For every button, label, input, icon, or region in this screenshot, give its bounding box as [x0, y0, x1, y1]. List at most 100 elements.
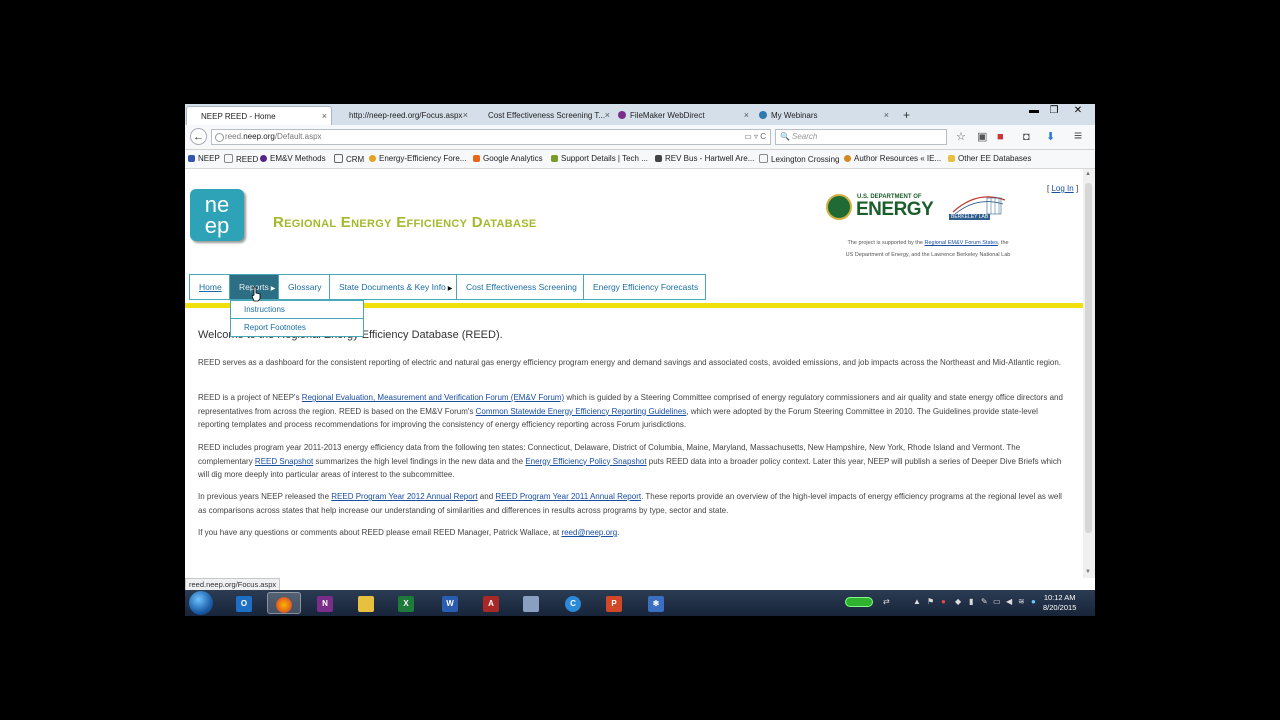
menu-state-documents[interactable]: State Documents & Key Info ▶: [330, 275, 457, 299]
menu-ee-forecasts[interactable]: Energy Efficiency Forecasts: [584, 275, 705, 299]
download-icon[interactable]: ⬇: [1046, 130, 1055, 144]
network-share-icon[interactable]: ⇄: [883, 597, 890, 606]
scroll-thumb[interactable]: [1085, 183, 1092, 533]
bookmark-support-details[interactable]: Support Details | Tech ...: [551, 154, 648, 163]
intro-paragraph: REED serves as a dashboard for the consi…: [198, 358, 1061, 367]
taskbar-outlook[interactable]: O: [227, 592, 261, 614]
menu-icon[interactable]: ≡: [1074, 128, 1082, 142]
policy-snapshot-link[interactable]: Energy Efficiency Policy Snapshot: [525, 457, 646, 466]
login-link[interactable]: Log In: [1051, 184, 1073, 193]
taskbar-calculator[interactable]: [514, 592, 548, 614]
tab-close-icon[interactable]: ×: [463, 106, 468, 125]
taskbar-firefox[interactable]: [267, 592, 301, 614]
bookmark-author-resources[interactable]: Author Resources « IE...: [844, 154, 941, 163]
close-window-icon[interactable]: ✕: [1067, 105, 1089, 119]
taskbar-chrome[interactable]: C: [556, 592, 590, 614]
flag-icon[interactable]: ⚑: [927, 597, 934, 606]
minimize-icon[interactable]: ▬: [1023, 105, 1045, 119]
email-link[interactable]: reed@neep.org: [561, 528, 617, 537]
taskbar-onenote[interactable]: N: [308, 592, 342, 614]
report-2011-link[interactable]: REED Program Year 2011 Annual Report: [495, 492, 641, 501]
bookmark-energy-efficiency-forecasts[interactable]: Energy-Efficiency Fore...: [369, 154, 466, 163]
neep-logo[interactable]: ne ep: [190, 189, 244, 241]
tab-close-icon[interactable]: ×: [884, 106, 889, 125]
alert-icon[interactable]: ●: [941, 597, 946, 606]
wifi-icon[interactable]: ≋: [1018, 597, 1025, 606]
taskbar-explorer[interactable]: [349, 592, 383, 614]
battery-icon[interactable]: [845, 597, 873, 607]
bookmark-google-analytics[interactable]: Google Analytics: [473, 154, 543, 163]
url-prefix: reed.: [225, 132, 244, 141]
forum-states-link[interactable]: Regional EM&V Forum States: [924, 240, 997, 246]
restore-icon[interactable]: ❐: [1043, 105, 1065, 119]
tab-close-icon[interactable]: ×: [322, 107, 327, 125]
dropdown-report-footnotes[interactable]: Report Footnotes: [231, 319, 363, 336]
doe-big-text: ENERGY: [856, 199, 934, 220]
folder-icon: [948, 155, 955, 162]
new-tab-icon[interactable]: +: [903, 106, 910, 124]
taskbar-excel[interactable]: X: [389, 592, 423, 614]
search-icon: 🔍: [780, 132, 790, 141]
url-tools-icon[interactable]: ▭ ▿ C: [744, 130, 766, 144]
bookmark-crm[interactable]: CRM: [334, 154, 364, 164]
menu-home[interactable]: Home: [190, 275, 230, 299]
tab-neep-reed-home[interactable]: NEEP REED - Home ×: [186, 106, 332, 125]
tab-my-webinars[interactable]: My Webinars ×: [757, 106, 893, 125]
search-input[interactable]: 🔍 Search: [775, 129, 947, 145]
access-icon: A: [483, 595, 499, 612]
show-hidden-icon[interactable]: ▲: [913, 597, 921, 606]
taskbar-word[interactable]: W: [433, 592, 467, 614]
scroll-down-icon[interactable]: ▼: [1085, 569, 1091, 575]
dropdown-instructions[interactable]: Instructions: [231, 301, 363, 319]
pocket-icon[interactable]: ◘: [1023, 130, 1030, 144]
clipboard-icon[interactable]: ▣: [977, 130, 987, 144]
search-placeholder: Search: [792, 132, 818, 141]
bookmark-neep[interactable]: NEEP: [188, 154, 220, 163]
tab-label: My Webinars: [771, 111, 818, 120]
clock[interactable]: 10:12 AM 8/20/2015: [1043, 593, 1076, 613]
menu-cost-effectiveness[interactable]: Cost Effectiveness Screening: [457, 275, 584, 299]
report-2012-link[interactable]: REED Program Year 2012 Annual Report: [331, 492, 477, 501]
url-bar[interactable]: reed.neep.org/Default.aspx ▭ ▿ C: [211, 129, 771, 145]
excel-icon: X: [398, 595, 414, 612]
reporting-guidelines-link[interactable]: Common Statewide Energy Efficiency Repor…: [476, 407, 687, 416]
onenote-icon: N: [317, 595, 333, 612]
tab-filemaker[interactable]: FileMaker WebDirect ×: [616, 106, 753, 125]
tab-close-icon[interactable]: ×: [605, 106, 610, 125]
start-button[interactable]: [189, 591, 213, 615]
menu-glossary[interactable]: Glossary: [279, 275, 330, 299]
tab-focus[interactable]: http://neep-reed.org/Focus.aspx ×: [335, 106, 472, 125]
webinars-favicon-icon: [759, 111, 767, 119]
volume-icon[interactable]: ◀: [1006, 597, 1012, 606]
bookmark-rev-bus[interactable]: REV Bus - Hartwell Are...: [655, 154, 754, 163]
device-icon[interactable]: ▮: [969, 597, 973, 606]
taskbar-powerpoint[interactable]: P: [597, 592, 631, 614]
monitor-icon[interactable]: ▭: [993, 597, 1001, 606]
globe-tray-icon[interactable]: ●: [1031, 597, 1036, 606]
tab-close-icon[interactable]: ×: [744, 106, 749, 125]
clock-date: 8/20/2015: [1043, 603, 1077, 612]
analytics-favicon-icon: [473, 155, 480, 162]
tab-cost-effectiveness[interactable]: Cost Effectiveness Screening T... ×: [474, 106, 614, 125]
scroll-up-icon[interactable]: ▲: [1085, 171, 1091, 177]
toolbar-addon-icon[interactable]: ■: [997, 130, 1004, 144]
back-button[interactable]: ←: [190, 128, 207, 145]
logo-line: ep: [204, 213, 230, 238]
bookmark-reed[interactable]: REED: [224, 154, 258, 164]
taskbar-snowflake[interactable]: ❄: [639, 592, 673, 614]
reed-snapshot-link[interactable]: REED Snapshot: [255, 457, 313, 466]
bookmark-star-icon[interactable]: ☆: [956, 130, 966, 144]
taskbar-access[interactable]: A: [474, 592, 508, 614]
bookmark-emv-methods[interactable]: EM&V Methods: [260, 154, 326, 163]
outlook-icon: O: [236, 595, 252, 612]
pen-icon[interactable]: ✎: [981, 597, 988, 606]
login-area: [ Log In ]: [1047, 184, 1078, 193]
emv-favicon-icon: [260, 155, 267, 162]
crm-favicon-icon: [334, 154, 343, 163]
bookmark-lexington-crossing[interactable]: Lexington Crossing: [759, 154, 839, 164]
bookmark-other-ee-databases[interactable]: Other EE Databases: [948, 154, 1031, 163]
clock-time: 10:12 AM: [1043, 593, 1076, 602]
vertical-scrollbar[interactable]: ▲ ▼: [1083, 169, 1095, 578]
tray-app-icon[interactable]: ◆: [955, 597, 961, 606]
emv-forum-link[interactable]: Regional Evaluation, Measurement and Ver…: [302, 393, 564, 402]
